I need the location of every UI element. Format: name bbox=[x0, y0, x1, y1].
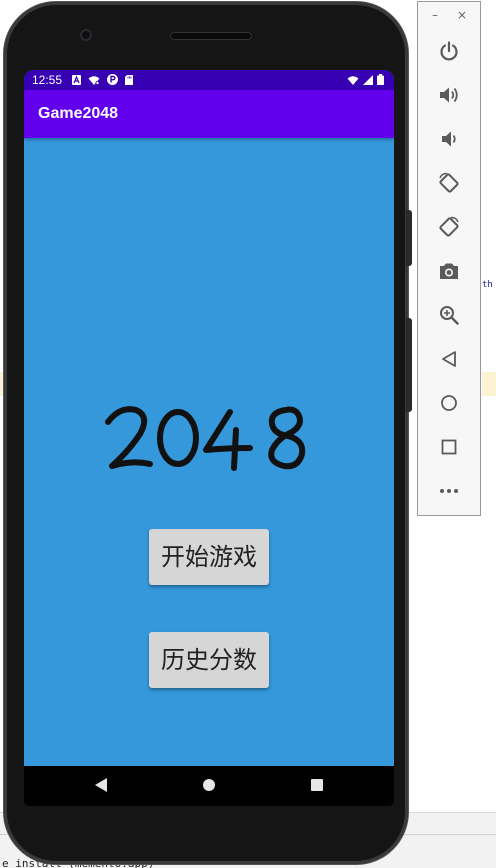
emulator-toolbar: – × bbox=[417, 1, 481, 516]
zoom-icon bbox=[440, 306, 459, 325]
battery-icon bbox=[377, 74, 384, 85]
minimize-button[interactable]: – bbox=[432, 8, 438, 22]
screenshot-button[interactable] bbox=[434, 256, 464, 286]
signal-icon bbox=[363, 74, 373, 85]
emulator-back-button[interactable] bbox=[434, 344, 464, 374]
history-scores-button[interactable]: 历史分数 bbox=[149, 632, 269, 688]
rotate-left-icon bbox=[439, 172, 459, 193]
volume-down-button[interactable] bbox=[434, 124, 464, 154]
status-time: 12:55 bbox=[32, 73, 63, 87]
overview-icon bbox=[441, 439, 457, 455]
phone-screen: 12:55 Game2048 开始游戏 历史分数 bbox=[24, 70, 394, 806]
power-icon bbox=[440, 41, 458, 61]
desktop: th e install (memento.app) 12:55 bbox=[0, 0, 496, 868]
status-bar: 12:55 bbox=[24, 70, 394, 90]
app-title: Game2048 bbox=[38, 105, 119, 122]
emulator-overview-button[interactable] bbox=[434, 432, 464, 462]
extended-controls-button[interactable] bbox=[434, 476, 464, 506]
game-logo bbox=[105, 406, 306, 471]
power-button[interactable] bbox=[434, 36, 464, 66]
wifi-settings-icon bbox=[88, 75, 100, 85]
nav-recents-icon[interactable] bbox=[310, 777, 324, 793]
emulator-window-controls: – × bbox=[418, 8, 480, 26]
camera-icon bbox=[440, 263, 458, 279]
phone-power-button bbox=[406, 210, 412, 266]
phone-volume-rocker bbox=[406, 318, 412, 412]
rotate-left-button[interactable] bbox=[434, 168, 464, 198]
phone-frame: 12:55 Game2048 开始游戏 历史分数 bbox=[4, 2, 408, 864]
back-icon bbox=[442, 351, 456, 367]
app-bar: Game2048 bbox=[24, 90, 394, 138]
rotate-right-icon bbox=[439, 216, 459, 237]
sd-card-icon bbox=[125, 74, 133, 85]
ide-code-fragment: th bbox=[482, 280, 493, 290]
p-notification-icon bbox=[107, 74, 118, 85]
navigation-bar bbox=[24, 766, 394, 806]
volume-up-button[interactable] bbox=[434, 80, 464, 110]
status-system-icons bbox=[347, 74, 384, 85]
more-icon bbox=[440, 489, 458, 493]
start-game-button[interactable]: 开始游戏 bbox=[149, 529, 269, 585]
status-notification-icons bbox=[72, 74, 133, 85]
close-button[interactable]: × bbox=[457, 8, 467, 22]
zoom-button[interactable] bbox=[434, 300, 464, 330]
ide-line-highlight-right bbox=[482, 372, 496, 396]
a-notification-icon bbox=[72, 74, 81, 85]
wifi-icon bbox=[347, 75, 359, 85]
nav-back-icon[interactable] bbox=[94, 777, 108, 793]
earpiece-speaker bbox=[170, 32, 252, 40]
volume-up-icon bbox=[440, 87, 458, 103]
nav-home-icon[interactable] bbox=[202, 777, 216, 793]
home-icon bbox=[441, 395, 457, 411]
rotate-right-button[interactable] bbox=[434, 212, 464, 242]
volume-down-icon bbox=[442, 131, 456, 147]
front-camera bbox=[80, 29, 92, 41]
emulator-home-button[interactable] bbox=[434, 388, 464, 418]
